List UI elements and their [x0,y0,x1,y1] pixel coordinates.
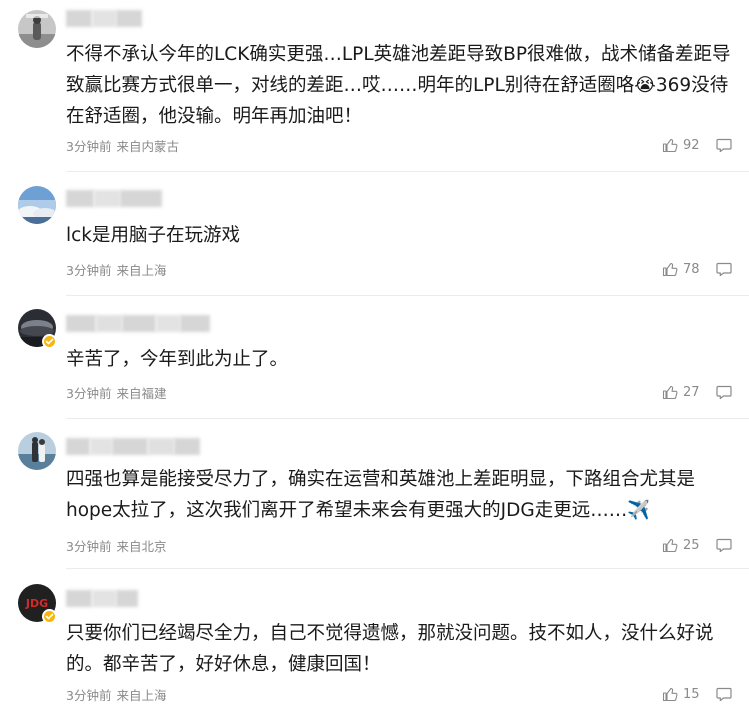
username-blurred[interactable] [66,190,162,207]
like-count: 92 [683,137,700,153]
comment-item: lck是用脑子在玩游戏 3分钟前 来自上海 78 [0,172,749,296]
username-blurred[interactable] [66,438,200,455]
reply-button[interactable] [715,536,733,554]
like-count: 15 [683,686,700,702]
comment-location: 来自北京 [116,539,167,554]
reply-button[interactable] [715,383,733,401]
comment-bubble-icon [716,687,732,702]
verified-badge-icon [42,609,57,624]
comment-text: 不得不承认今年的LCK确实更强…LPL英雄池差距导致BP很难做，战术储备差距导致… [66,44,731,127]
like-button[interactable]: 92 [662,136,700,154]
like-count: 25 [683,537,700,553]
comment-time: 3分钟前 [66,539,112,554]
comment-location: 来自内蒙古 [116,139,179,154]
thumbs-up-icon [662,385,678,400]
like-count: 78 [683,261,700,277]
like-button[interactable]: 25 [662,536,700,554]
comment-item: 辛苦了，今年到此为止了。 3分钟前 来自福建 27 [0,296,749,419]
like-button[interactable]: 78 [662,260,700,278]
comment-bubble-icon [716,138,732,153]
comment-text: 只要你们已经竭尽全力，自己不觉得遗憾，那就没问题。技不如人，没什么好说的。都辛苦… [66,623,714,675]
comment-location: 来自上海 [116,688,167,703]
avatar[interactable] [18,10,56,48]
comment-text: lck是用脑子在玩游戏 [66,225,241,246]
comment-meta: 3分钟前 来自上海 [66,685,171,704]
like-count: 27 [683,384,700,400]
comment-item: 四强也算是能接受尽力了，确实在运营和英雄池上差距明显，下路组合尤其是hope太拉… [0,419,749,569]
comment-location: 来自福建 [116,386,167,401]
comment-item: 不得不承认今年的LCK确实更强…LPL英雄池差距导致BP很难做，战术储备差距导致… [0,0,749,172]
reply-button[interactable] [715,136,733,154]
comment-time: 3分钟前 [66,139,112,154]
comment-time: 3分钟前 [66,688,112,703]
thumbs-up-icon [662,262,678,277]
comment-meta: 3分钟前 来自上海 [66,260,171,279]
reply-button[interactable] [715,260,733,278]
comment-bubble-icon [716,385,732,400]
thumbs-up-icon [662,138,678,153]
thumbs-up-icon [662,687,678,702]
username-blurred[interactable] [66,315,210,332]
verified-badge-icon [42,334,57,349]
comment-item: JDG 只要你们已经竭尽全力，自己不觉得遗憾，那就没问题。技不如人，没什么好说的… [0,569,749,714]
comment-location: 来自上海 [116,263,167,278]
like-button[interactable]: 15 [662,685,700,703]
svg-text:JDG: JDG [25,597,48,610]
avatar[interactable] [18,432,56,470]
comment-meta: 3分钟前 来自福建 [66,383,171,402]
like-button[interactable]: 27 [662,383,700,401]
comment-text: 四强也算是能接受尽力了，确实在运营和英雄池上差距明显，下路组合尤其是hope太拉… [66,469,696,521]
comment-time: 3分钟前 [66,386,112,401]
comment-text: 辛苦了，今年到此为止了。 [66,349,289,370]
avatar[interactable] [18,186,56,224]
username-blurred[interactable] [66,10,142,27]
comment-time: 3分钟前 [66,263,112,278]
comment-meta: 3分钟前 来自北京 [66,536,171,555]
thumbs-up-icon [662,538,678,553]
username-blurred[interactable] [66,590,138,607]
comment-bubble-icon [716,538,732,553]
comment-meta: 3分钟前 来自内蒙古 [66,136,184,155]
reply-button[interactable] [715,685,733,703]
comment-bubble-icon [716,262,732,277]
